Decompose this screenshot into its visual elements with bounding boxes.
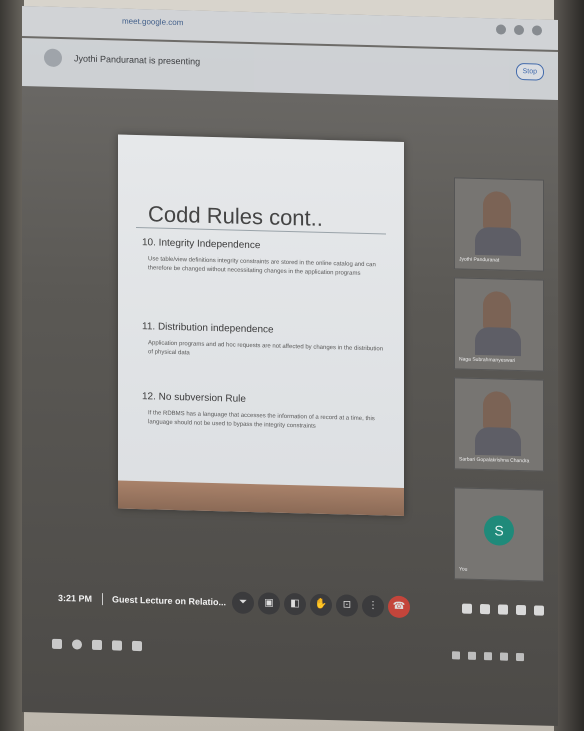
participant-name: Sarbari Gopalakrishna Chandra (459, 456, 530, 465)
participant-tile[interactable]: S You (454, 487, 544, 582)
participant-tile[interactable]: Jyothi Panduranat (454, 177, 544, 272)
browser-extension-icons (496, 24, 542, 36)
screen-frame-right (554, 0, 584, 731)
screen-frame-left (0, 0, 24, 731)
participant-name: Jyothi Panduranat (459, 256, 500, 264)
lock-icon[interactable] (534, 605, 544, 616)
volume-icon[interactable] (484, 652, 492, 661)
participant-video (475, 326, 521, 357)
presenter-avatar (44, 48, 62, 68)
stop-presenting-button[interactable]: Stop (515, 62, 544, 81)
captions-icon[interactable]: ◧ (284, 592, 306, 616)
participant-tiles: Jyothi Panduranat Naga Subrahmanyeswari … (454, 177, 544, 582)
raise-hand-icon[interactable]: ✋ (310, 593, 332, 617)
mic-icon[interactable]: ⏷ (232, 591, 254, 615)
app-icon[interactable] (112, 640, 122, 651)
participant-tile[interactable]: Naga Subrahmanyeswari (454, 277, 544, 372)
participant-tile[interactable]: Sarbari Gopalakrishna Chandra (454, 377, 544, 472)
participant-video (483, 291, 511, 332)
system-tray-icon[interactable] (452, 651, 460, 660)
network-icon[interactable] (468, 651, 476, 660)
slide-footer-band (118, 480, 404, 517)
section-body: Use table/view definitions integrity con… (148, 256, 376, 277)
section-body: Application programs and ad hoc requests… (148, 340, 384, 357)
participant-video (483, 191, 511, 232)
extension-icon[interactable] (514, 24, 524, 36)
browser-icon[interactable] (132, 640, 142, 652)
participant-video (475, 426, 521, 457)
extension-icon[interactable] (496, 24, 506, 35)
activities-icon[interactable] (516, 604, 526, 616)
search-icon[interactable] (72, 639, 82, 650)
info-icon[interactable] (462, 603, 472, 614)
meeting-controls: 3:21 PM Guest Lecture on Relatio... ⏷ ▣ … (22, 578, 558, 638)
section-heading: 11. Distribution independence (142, 321, 274, 336)
section-heading: 10. Integrity Independence (142, 237, 261, 252)
present-icon[interactable]: ⊡ (336, 594, 358, 617)
clock: 3:21 PM (58, 592, 93, 604)
url-bar[interactable]: meet.google.com (122, 17, 183, 28)
participant-video (483, 391, 511, 432)
meeting-title: Guest Lecture on Relatio... (112, 594, 227, 608)
projected-screen: meet.google.com Jyothi Panduranat is pre… (22, 6, 558, 727)
shared-slide: Codd Rules cont.. 10. Integrity Independ… (118, 134, 404, 517)
camera-icon[interactable]: ▣ (258, 592, 280, 615)
participant-avatar: S (484, 515, 514, 546)
section-heading: 12. No subversion Rule (142, 391, 246, 405)
chat-icon[interactable] (498, 604, 508, 615)
taskbar (22, 634, 558, 670)
participant-name: Naga Subrahmanyeswari (459, 356, 516, 364)
divider (102, 593, 103, 606)
section-body: If the RDBMS has a language that accesse… (148, 410, 375, 430)
presenter-status: Jyothi Panduranat is presenting (74, 53, 201, 67)
participant-video (475, 226, 521, 257)
notification-icon[interactable] (516, 652, 524, 662)
people-icon[interactable] (480, 603, 490, 615)
start-icon[interactable] (52, 638, 62, 650)
profile-icon[interactable] (532, 25, 542, 36)
end-call-icon[interactable]: ☎ (388, 595, 410, 619)
battery-icon[interactable] (500, 652, 508, 661)
participant-name: You (459, 566, 468, 573)
task-view-icon[interactable] (92, 639, 102, 651)
more-icon[interactable]: ⋮ (362, 594, 384, 618)
